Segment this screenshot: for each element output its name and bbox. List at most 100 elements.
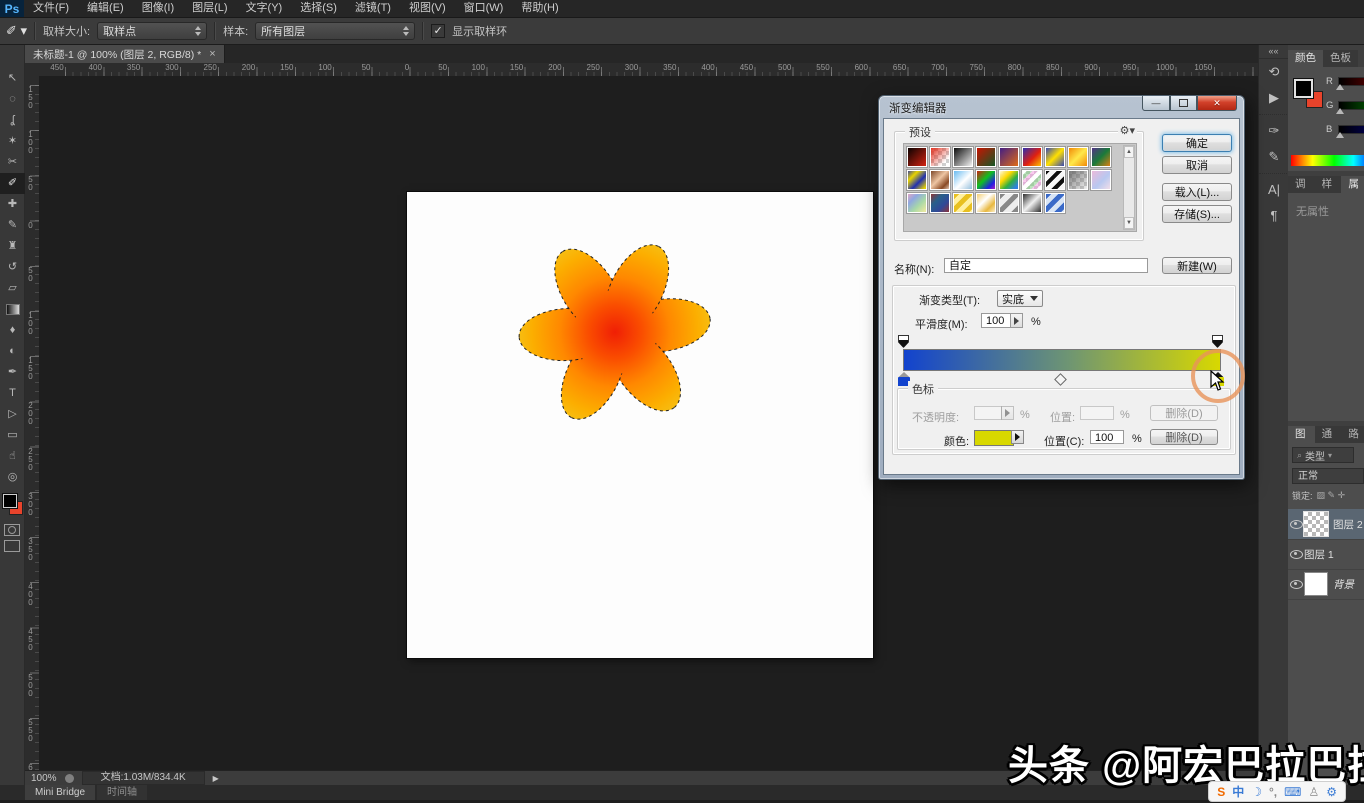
preset-transparent-stripes[interactable] [1021,169,1043,191]
screen-mode-button[interactable] [4,540,20,552]
preset-violet-green-orange[interactable] [1090,146,1112,168]
layer-name[interactable]: 图层 1 [1304,547,1334,562]
brush-presets-panel-icon[interactable]: ✑ [1259,114,1289,144]
menu-image[interactable]: 图像(I) [133,0,183,17]
midpoint-marker[interactable] [1054,373,1067,386]
foreground-color-swatch[interactable] [3,494,17,508]
load-button[interactable]: 载入(L)... [1162,183,1232,201]
menu-layer[interactable]: 图层(L) [183,0,236,17]
bottom-tab-时间轴[interactable]: 时间轴 [97,785,147,800]
layer-filter-kind-select[interactable]: ⌕ 类型 ▾ [1292,447,1354,463]
minimize-button[interactable]: — [1142,96,1170,111]
preset-transparent-rainbow[interactable] [998,169,1020,191]
healing-brush-tool[interactable]: ✚ [0,194,25,215]
blur-tool[interactable]: ♦ [0,320,25,341]
visibility-toggle[interactable] [1288,580,1304,589]
slider-b[interactable]: B [1326,123,1364,139]
lock-position-icon[interactable]: ✛ [1338,490,1346,500]
presets-scrollbar[interactable]: ▲ ▼ [1123,145,1135,230]
slider-r[interactable]: R [1326,75,1364,91]
preset-pastel-multi[interactable] [906,192,928,214]
preset-blue-white-stripes[interactable] [1044,192,1066,214]
gradient-preview-bar[interactable] [903,349,1221,371]
foreground-background-colors[interactable] [0,492,25,520]
type-tool[interactable]: T [0,383,25,404]
preset-foreground-to-transparent[interactable] [929,146,951,168]
visibility-toggle[interactable] [1288,550,1304,559]
layer-row-1[interactable]: 图层 2 [1288,509,1364,540]
preset-chrome-blue[interactable] [952,169,974,191]
history-brush-tool[interactable]: ↺ [0,257,25,278]
preset-transparent-gray[interactable] [1067,169,1089,191]
new-button[interactable]: 新建(W) [1162,257,1232,274]
crop-tool[interactable]: ✂ [0,152,25,173]
slider-handle-icon[interactable] [1336,108,1344,114]
document-tab[interactable]: 未标题-1 @ 100% (图层 2, RGB/8) * × [25,45,225,63]
tab-swatches[interactable]: 色板 [1323,50,1358,67]
sogou-logo-icon[interactable]: S [1217,785,1225,799]
stop-color-swatch[interactable] [974,430,1014,446]
tab-properties[interactable]: 属性 [1341,176,1364,193]
blend-mode-select[interactable]: 正常 [1292,468,1364,484]
name-input[interactable]: 自定 [944,258,1148,273]
path-selection-tool[interactable]: ▷ [0,404,25,425]
eyedropper-tool-preset-icon[interactable]: ✐ ▾ [6,23,27,39]
location-c-input[interactable]: 100 [1090,430,1124,444]
maximize-button[interactable] [1170,96,1197,111]
scroll-down-icon[interactable]: ▼ [1124,217,1134,229]
visibility-toggle[interactable] [1288,520,1304,529]
collapse-panels-icon[interactable]: «« [1259,45,1288,59]
delete-color-stop-button[interactable]: 删除(D) [1150,429,1218,445]
opacity-stop-right[interactable] [1212,335,1223,348]
smoothness-dropdown-icon[interactable] [1010,313,1023,328]
ok-button[interactable]: 确定 [1162,134,1232,152]
character-panel-icon[interactable]: A| [1259,173,1289,203]
pen-tool[interactable]: ✒ [0,362,25,383]
punctuation-icon[interactable]: °, [1269,785,1277,799]
menu-help[interactable]: 帮助(H) [512,0,567,17]
layer-row-2[interactable]: 图层 1 [1288,539,1364,570]
hand-tool[interactable]: ☝ [0,446,25,467]
layer-row-3[interactable]: 背景 [1288,569,1364,600]
tab-adjustments[interactable]: 调整 [1288,176,1315,193]
slider-handle-icon[interactable] [1336,132,1344,138]
close-button[interactable]: ✕ [1197,96,1237,111]
tab-channels[interactable]: 通道 [1315,426,1342,443]
smoothness-input[interactable]: 100 [981,313,1011,328]
color-swatch-arrow-icon[interactable] [1011,430,1024,444]
close-tab-icon[interactable]: × [209,48,215,60]
preset-gold-white[interactable] [975,192,997,214]
foreground-color-swatch[interactable] [1294,79,1313,98]
brush-panel-icon[interactable]: ✎ [1259,144,1289,170]
preset-gold-stripes[interactable] [952,192,974,214]
menu-file[interactable]: 文件(F) [24,0,78,17]
scroll-up-icon[interactable]: ▲ [1124,146,1134,158]
preset-violet-orange[interactable] [998,146,1020,168]
preset-black-white[interactable] [952,146,974,168]
eraser-tool[interactable]: ▱ [0,278,25,299]
gradient-type-select[interactable]: 实底 [997,290,1043,307]
tab-styles[interactable]: 样式 [1315,176,1342,193]
preset-dark-stripes[interactable] [929,192,951,214]
preset-foreground-to-background[interactable] [906,146,928,168]
layer-thumbnail[interactable] [1304,572,1328,596]
sample-size-select[interactable]: 取样点 [97,22,207,40]
opacity-stop-left[interactable] [898,335,909,348]
menu-view[interactable]: 视图(V) [400,0,455,17]
menu-filter[interactable]: 滤镜(T) [346,0,400,17]
layer-name[interactable]: 图层 2 [1333,517,1363,532]
preset-noise-bw-stripes[interactable] [1044,169,1066,191]
actions-panel-icon[interactable]: ▶ [1259,85,1289,111]
dodge-tool[interactable]: ◐ [0,341,25,362]
move-tool[interactable]: ↖ [0,68,25,89]
eyedropper-tool[interactable]: ✐ [0,173,25,194]
soft-keyboard-icon[interactable]: ⌨ [1284,785,1301,799]
lock-transparency-icon[interactable]: ▨ [1317,490,1328,500]
menu-type[interactable]: 文字(Y) [237,0,292,17]
show-sampling-ring-checkbox[interactable]: ✓ [431,24,445,38]
slider-handle-icon[interactable] [1336,84,1344,90]
bottom-tab-mini-bridge[interactable]: Mini Bridge [25,785,95,800]
slider-g[interactable]: G [1326,99,1364,115]
lock-image-icon[interactable]: ✎ [1328,490,1338,500]
wrench-icon[interactable]: ⚙ [1326,785,1337,799]
